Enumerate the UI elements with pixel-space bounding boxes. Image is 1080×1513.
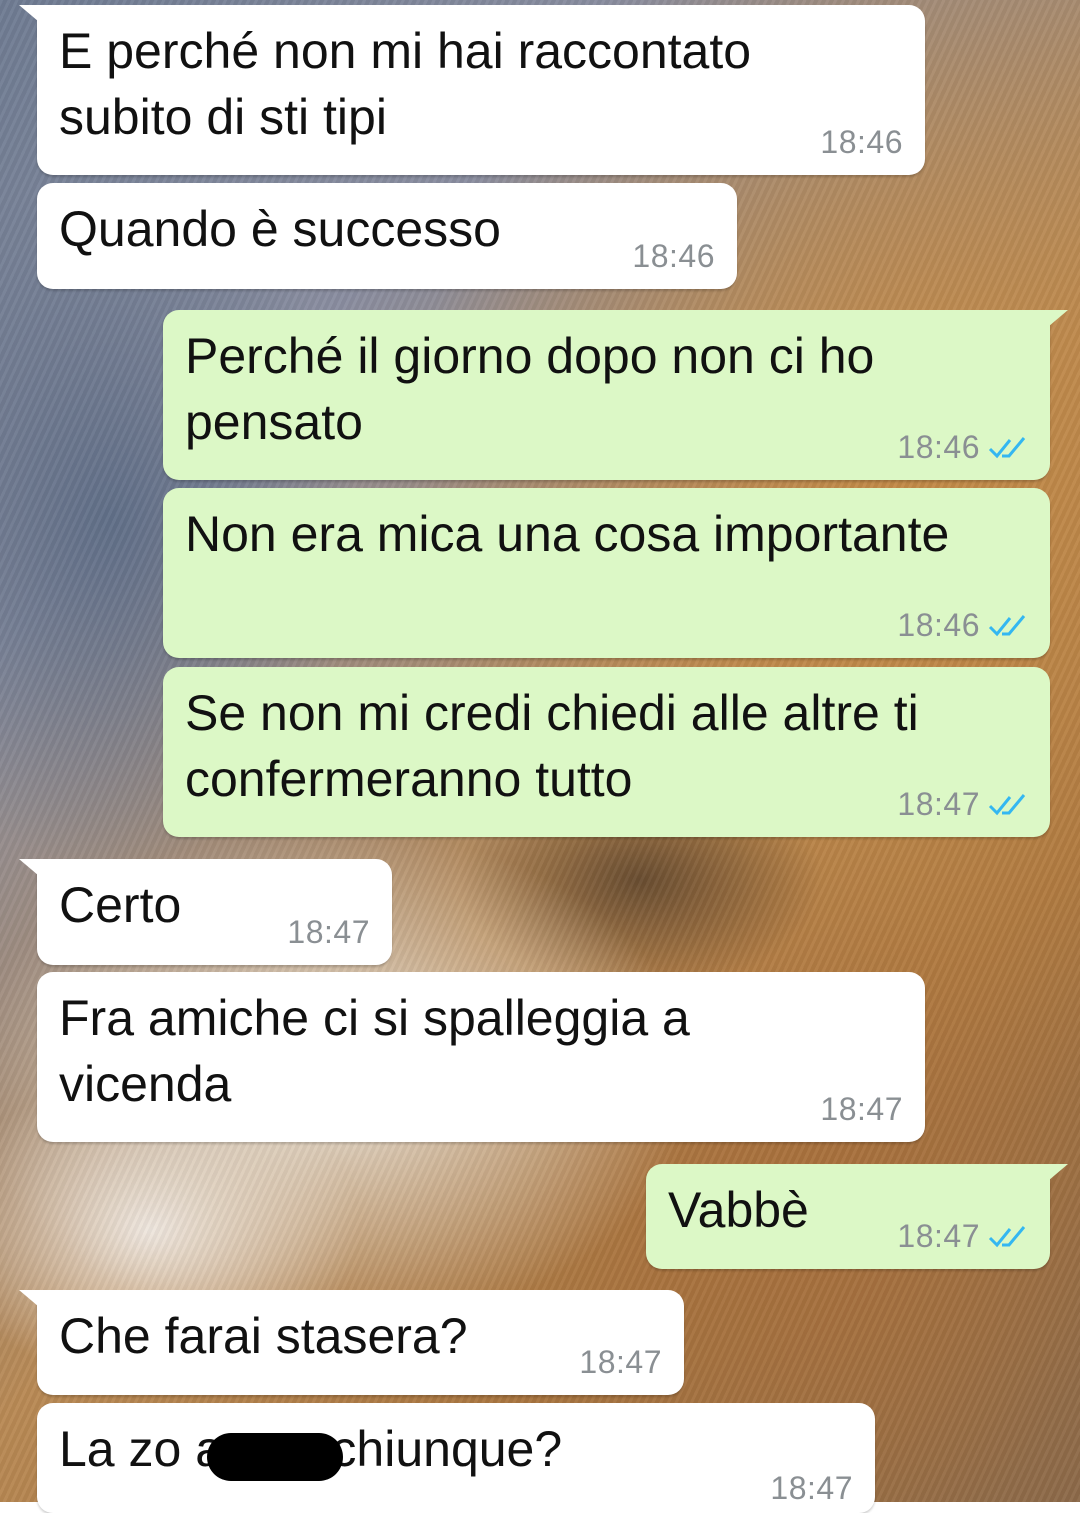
- message-time: 18:46: [820, 124, 903, 160]
- message-meta: 18:47: [287, 914, 370, 951]
- message-time: 18:47: [820, 1091, 903, 1127]
- message-time: 18:46: [632, 238, 715, 274]
- message-time: 18:47: [579, 1344, 662, 1380]
- message-time: 18:47: [287, 914, 370, 950]
- message-bubble-incoming[interactable]: Quando è successo 18:46: [37, 183, 737, 289]
- message-bubble-outgoing[interactable]: Non era mica una cosa importante 18:46: [163, 488, 1050, 658]
- message-meta: 18:47: [897, 1218, 1028, 1255]
- message-meta: 18:46: [897, 607, 1028, 644]
- message-meta: 18:46: [897, 429, 1028, 466]
- message-bubble-incoming[interactable]: Certo 18:47: [19, 859, 392, 965]
- message-text: Quando è successo: [59, 201, 501, 257]
- message-bubble-outgoing[interactable]: Se non mi credi chiedi alle altre ti con…: [163, 667, 1050, 837]
- message-time: 18:47: [770, 1470, 853, 1506]
- message-meta: 18:47: [770, 1470, 853, 1507]
- conversation[interactable]: E perché non mi hai raccontato subito di…: [0, 0, 1080, 1513]
- message-time: 18:47: [897, 786, 980, 822]
- message-time: 18:46: [897, 607, 980, 643]
- message-meta: 18:47: [820, 1091, 903, 1128]
- message-text: Non era mica una cosa importante: [185, 506, 950, 562]
- message-bubble-outgoing[interactable]: Perché il giorno dopo non ci ho pensato …: [163, 310, 1068, 480]
- message-bubble-incoming[interactable]: Che farai stasera? 18:47: [19, 1290, 684, 1395]
- message-bubble-incoming[interactable]: La zo a con chiunque? 18:47: [37, 1403, 875, 1513]
- message-time: 18:47: [897, 1218, 980, 1254]
- message-bubble-outgoing[interactable]: Vabbè 18:47: [646, 1164, 1068, 1269]
- message-time: 18:46: [897, 429, 980, 465]
- redaction-mark: [207, 1433, 343, 1481]
- message-bubble-incoming[interactable]: Fra amiche ci si spalleggia a vicenda 18…: [37, 972, 925, 1142]
- message-meta: 18:46: [820, 124, 903, 161]
- read-double-check-icon: [988, 1225, 1026, 1247]
- message-text: La zo a con chiunque?: [59, 1421, 563, 1477]
- message-meta: 18:47: [579, 1344, 662, 1381]
- message-text: Fra amiche ci si spalleggia a vicenda: [59, 990, 690, 1112]
- message-meta: 18:47: [897, 786, 1028, 823]
- read-double-check-icon: [988, 614, 1026, 636]
- message-text: E perché non mi hai raccontato subito di…: [59, 23, 752, 145]
- read-double-check-icon: [988, 793, 1026, 815]
- read-double-check-icon: [988, 436, 1026, 458]
- message-bubble-incoming[interactable]: E perché non mi hai raccontato subito di…: [19, 5, 925, 175]
- message-text: Che farai stasera?: [59, 1308, 468, 1364]
- message-meta: 18:46: [632, 238, 715, 275]
